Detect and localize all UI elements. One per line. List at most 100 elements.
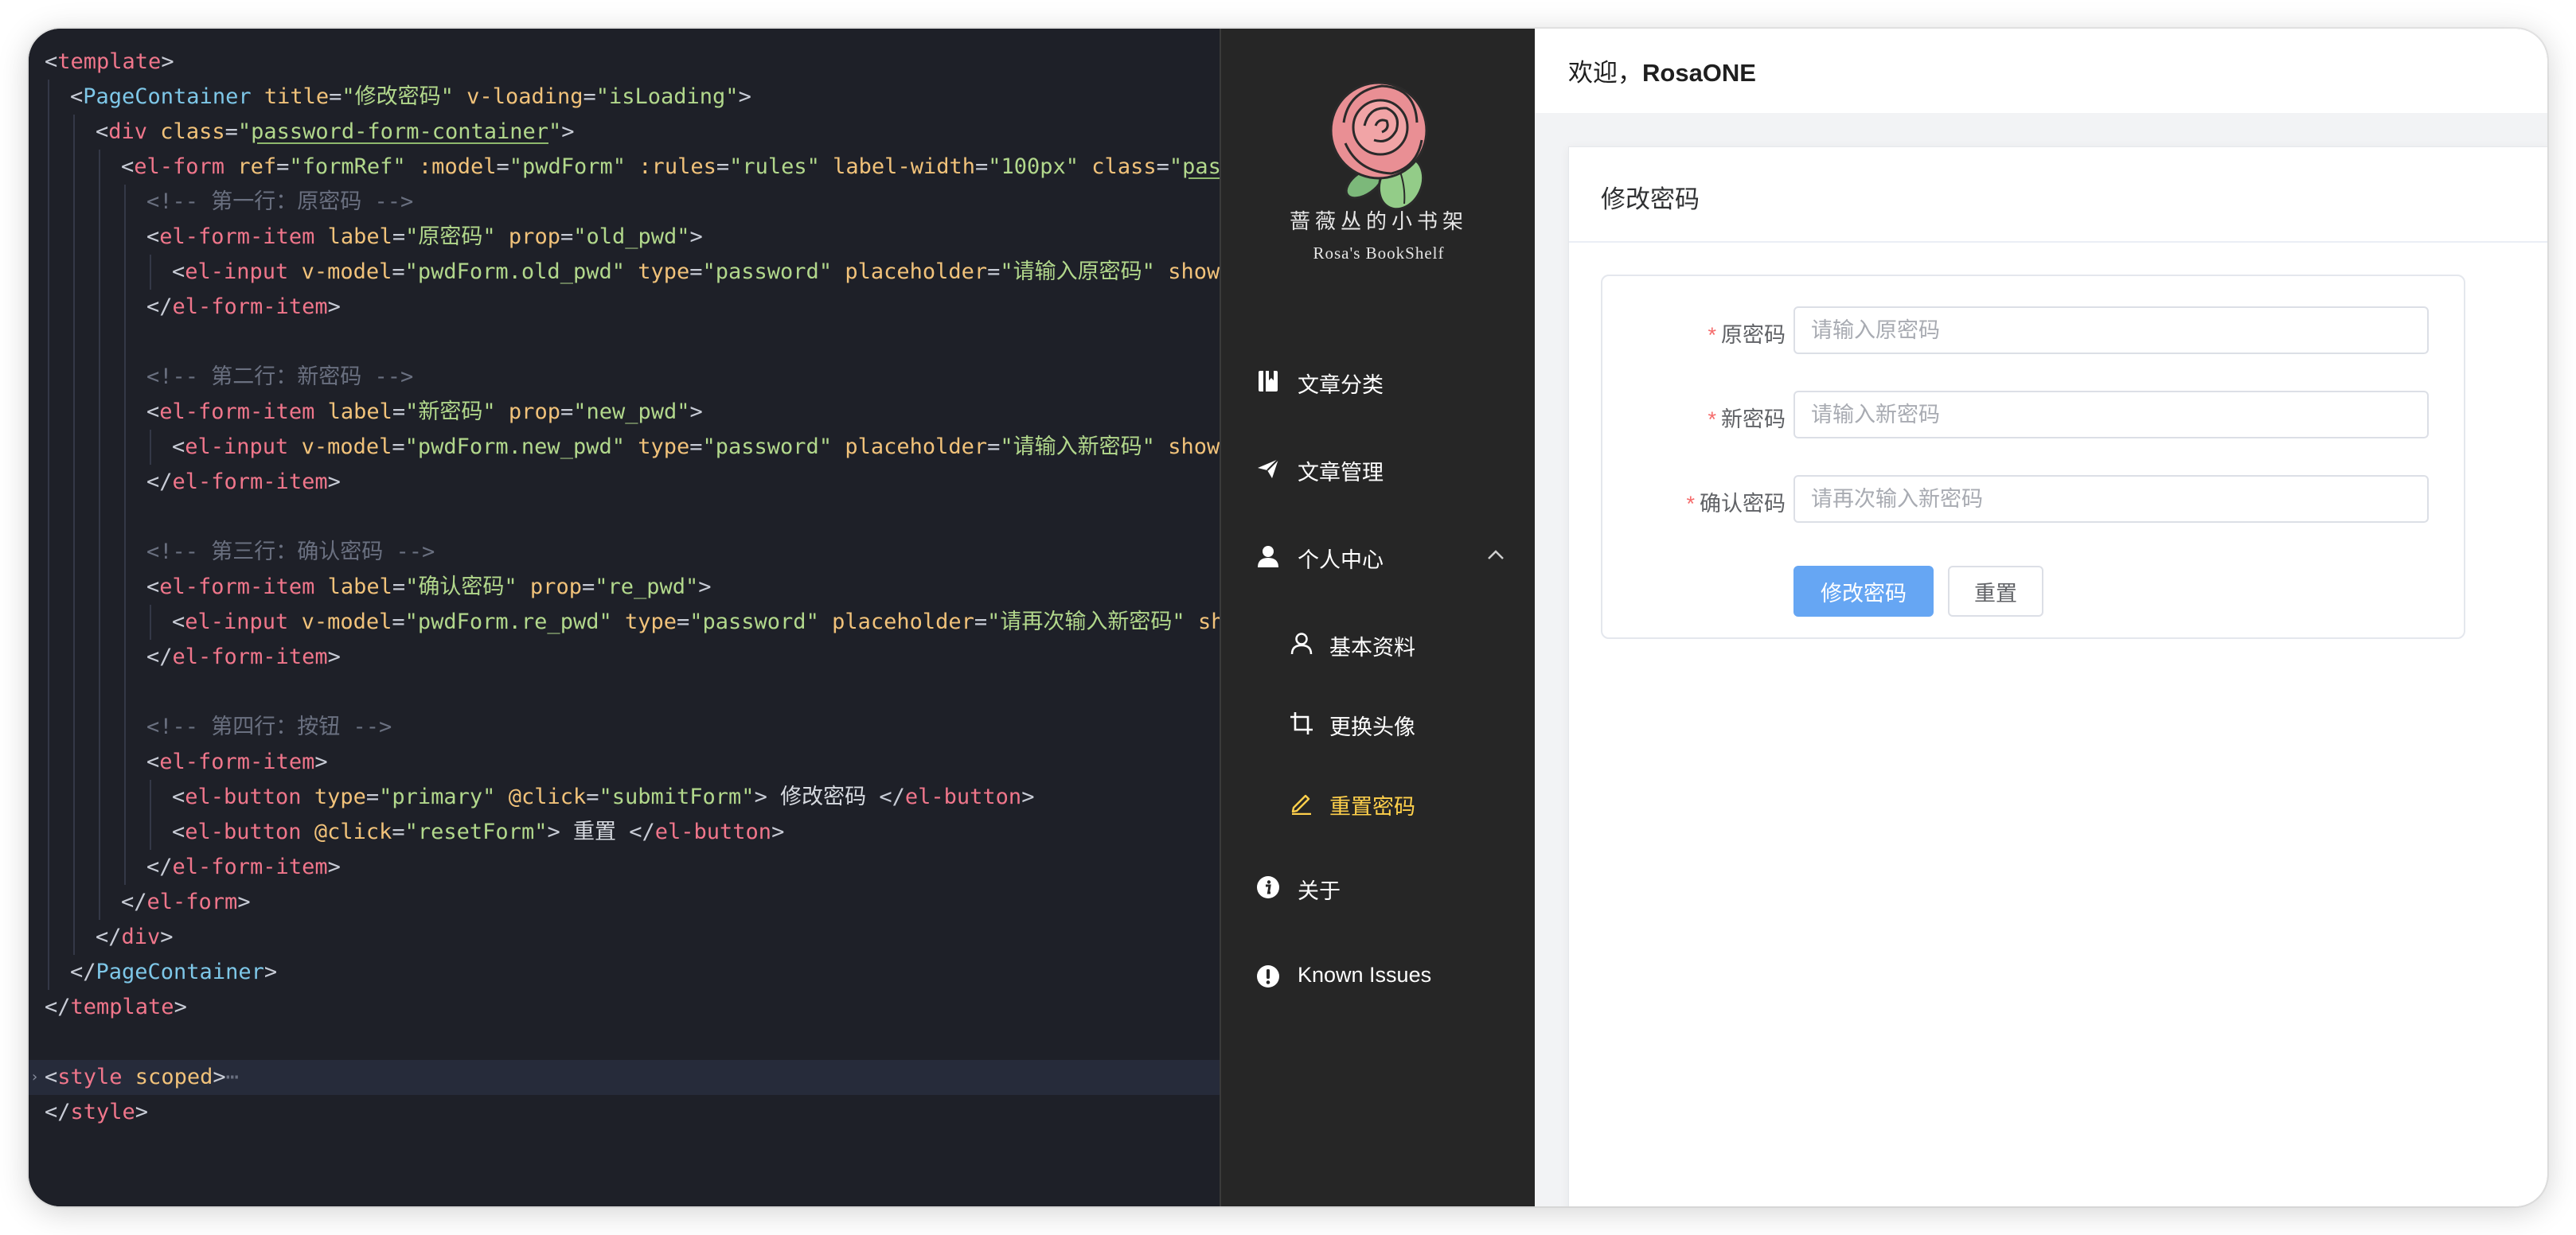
old-password-input[interactable] [1793,306,2429,354]
code-token: > [698,575,712,599]
code-token: pass [1182,154,1221,179]
code-line[interactable] [29,325,1221,360]
menu-item-article-manage[interactable]: 文章管理 [1221,428,1536,508]
code-line[interactable]: <PageContainer title="修改密码" v-loading="i… [29,80,1221,115]
code-line[interactable]: <!-- 第一行：原密码 --> [29,185,1221,220]
code-token: </ [45,995,71,1019]
code-token: "password" [702,259,833,284]
new-password-input[interactable] [1793,391,2429,438]
indent-guide [124,745,126,780]
card-header: 修改密码 [1569,147,2547,243]
code-line[interactable] [29,1025,1221,1060]
indent-guide [99,780,100,815]
indent-guide [99,710,100,745]
code-token: = [392,399,406,424]
code-token: = [586,785,599,809]
indent-guide [73,325,75,360]
chevron-up-icon[interactable] [1487,549,1505,560]
indent-guide [48,500,49,535]
info-circle-icon [1257,876,1279,898]
code-token: = [276,154,290,179]
code-line[interactable]: </el-form> [29,885,1221,920]
code-editor[interactable]: <template> <PageContainer title="修改密码" v-… [29,29,1221,1206]
indent-guide [99,535,100,570]
indent-guide [99,850,100,885]
code-line[interactable]: </style> [29,1095,1221,1130]
required-star: * [1708,407,1716,431]
code-line[interactable]: </template> [29,990,1221,1025]
code-line[interactable]: <template> [29,45,1221,80]
submenu-item-basic-profile[interactable]: 基本资料 [1221,603,1536,683]
code-text: </div> [96,920,174,955]
code-token: = [987,259,1001,284]
code-line[interactable]: </div> [29,920,1221,955]
code-line[interactable]: <!-- 第二行：新密码 --> [29,360,1221,395]
indent-guide [73,850,75,885]
indent-guide [48,955,49,990]
code-token: < [121,154,135,179]
code-line[interactable]: <div class="password-form-container"> [29,115,1221,150]
indent-guide [124,465,126,500]
code-line[interactable]: › <style scoped>⋯ [29,1060,1221,1095]
reset-button[interactable]: 重置 [1948,566,2043,617]
code-line[interactable]: <el-button @click="resetForm"> 重置 </el-b… [29,815,1221,850]
indent-guide [124,850,126,885]
code-token: type [624,434,690,459]
menu-item-about[interactable]: 关于 [1221,847,1536,926]
code-line[interactable]: <el-form-item label="新密码" prop="new_pwd"… [29,395,1221,430]
code-line[interactable]: <el-input v-model="pwdForm.new_pwd" type… [29,430,1221,465]
code-token: label [314,399,392,424]
code-line[interactable]: </el-form-item> [29,290,1221,325]
indent-guide [48,220,49,255]
code-line[interactable]: </PageContainer> [29,955,1221,990]
submit-password-button[interactable]: 修改密码 [1793,566,1934,617]
code-token: PageContainer [83,84,252,109]
code-line[interactable]: </el-form-item> [29,465,1221,500]
submenu-item-change-avatar[interactable]: 更换头像 [1221,683,1536,762]
indent-guide [48,115,49,150]
menu-item-article-category[interactable]: 文章分类 [1221,341,1536,420]
password-form: * 原密码 * 新密码 * 确认密码 修改密码 重置 [1601,275,2465,639]
code-token: > [327,294,341,319]
code-token: el-form-item [159,575,315,599]
code-token: = [392,434,405,459]
code-token: sho [1197,610,1221,634]
fold-chevron-icon[interactable]: › [30,1060,39,1095]
code-text: <el-input v-model="pwdForm.old_pwd" type… [172,255,1221,290]
indent-guide [73,360,75,395]
indent-guide [48,465,49,500]
indent-guide [48,430,49,465]
code-line[interactable] [29,500,1221,535]
code-token: < [146,750,160,774]
code-token: el-button [185,820,302,844]
code-line[interactable]: <!-- 第四行：按钮 --> [29,710,1221,745]
code-token: "新密码" [405,399,496,424]
indent-guide [124,640,126,675]
code-token: @click [495,785,587,809]
submenu-item-reset-password[interactable]: 重置密码 [1221,762,1536,842]
code-line[interactable]: <el-form-item label="确认密码" prop="re_pwd"… [29,570,1221,605]
code-line[interactable]: <!-- 第三行：确认密码 --> [29,535,1221,570]
code-token: style [70,1100,135,1124]
indent-guide [150,255,151,290]
code-line[interactable]: <el-form-item> [29,745,1221,780]
code-token: "primary" [379,785,496,809]
code-line[interactable]: <el-input v-model="pwdForm.re_pwd" type=… [29,605,1221,640]
code-line[interactable]: </el-form-item> [29,850,1221,885]
confirm-password-input[interactable] [1793,475,2429,523]
indent-guide [73,500,75,535]
code-text: </style> [45,1095,148,1130]
indent-guide [48,745,49,780]
code-line[interactable]: <el-form-item label="原密码" prop="old_pwd"… [29,220,1221,255]
code-line[interactable]: <el-input v-model="pwdForm.old_pwd" type… [29,255,1221,290]
code-token: el-form-item [172,469,328,494]
indent-guide [73,675,75,710]
code-line[interactable]: <el-button type="primary" @click="submit… [29,780,1221,815]
menu-item-personal-center[interactable]: 个人中心 [1221,516,1536,595]
code-line[interactable]: <el-form ref="formRef" :model="pwdForm" … [29,150,1221,185]
code-line[interactable]: </el-form-item> [29,640,1221,675]
code-line[interactable] [29,675,1221,710]
menu-item-known-issues[interactable]: Known Issues [1221,936,1536,1015]
code-token: placeholder [832,259,988,284]
code-token: > [771,820,785,844]
